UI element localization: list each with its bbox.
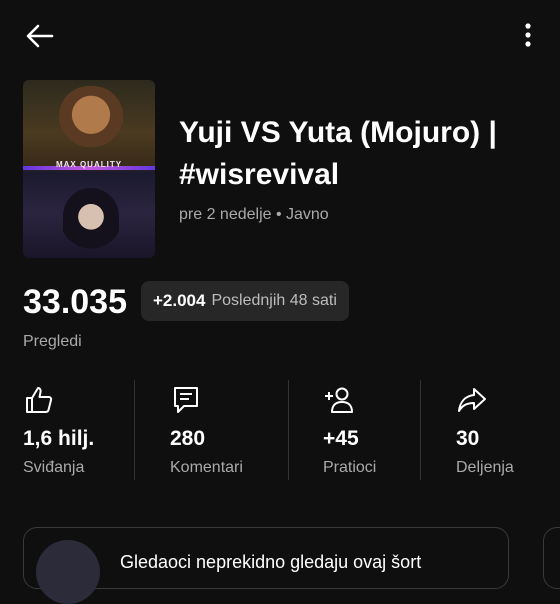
thumbs-up-icon <box>26 387 53 413</box>
stat-likes-value: 1,6 hilj. <box>23 427 95 450</box>
stats-divider <box>134 380 135 480</box>
arrow-left-icon <box>26 24 54 48</box>
views-delta-value: +2.004 <box>153 291 206 310</box>
stat-followers-label: Pratioci <box>323 459 377 476</box>
add-person-icon <box>325 387 353 413</box>
more-options-button[interactable] <box>516 18 540 54</box>
stat-shares-value: 30 <box>456 427 480 450</box>
views-delta-chip: +2.004 Poslednjih 48 sati <box>141 281 349 321</box>
views-delta-label: Poslednjih 48 sati <box>211 292 337 309</box>
share-icon <box>458 388 486 412</box>
views-label: Pregledi <box>23 333 82 350</box>
top-bar <box>0 0 560 70</box>
stats-row: 1,6 hilj. Sviđanja 280 Komentari +45 Pra… <box>0 380 560 480</box>
thumbnail-figure-top <box>59 86 123 158</box>
stat-shares-label: Deljenja <box>456 459 514 476</box>
video-meta: pre 2 nedelje • Javno <box>179 206 329 223</box>
video-title: Yuji VS Yuta (Mojuro) | #wisrevival <box>179 116 497 191</box>
thumbnail-caption: MAX QUALITY <box>55 160 123 169</box>
stats-divider <box>288 380 289 480</box>
stat-comments-label: Komentari <box>170 459 243 476</box>
stat-followers-value: +45 <box>323 427 359 450</box>
comment-icon <box>174 387 198 413</box>
next-insight-card[interactable] <box>543 527 560 589</box>
stats-divider <box>420 380 421 480</box>
thumbnail-figure-bottom <box>63 188 119 252</box>
stat-comments-value: 280 <box>170 427 206 450</box>
view-count: 33.035 <box>23 283 127 321</box>
back-button[interactable] <box>22 18 58 54</box>
stat-likes-label: Sviđanja <box>23 459 85 476</box>
more-vertical-icon <box>525 23 531 47</box>
insight-card-text: Gledaoci neprekidno gledaju ovaj šort <box>120 552 422 572</box>
insight-card[interactable]: Gledaoci neprekidno gledaju ovaj šort <box>23 527 509 604</box>
video-thumbnail[interactable]: MAX QUALITY <box>23 80 155 258</box>
insight-card-avatar <box>36 540 100 604</box>
